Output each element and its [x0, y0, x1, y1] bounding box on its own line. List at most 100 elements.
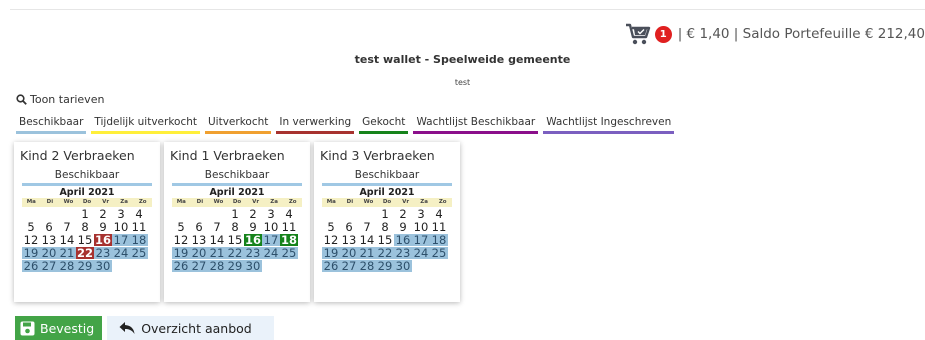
calendar-day: 1	[81, 207, 89, 221]
calendar-day: 9	[99, 220, 107, 234]
calendar-status: Beschikbaar	[322, 169, 452, 186]
calendar-day-available[interactable]: 25	[430, 247, 448, 259]
calendar-day-available[interactable]: 27	[40, 260, 58, 272]
calendar-day-available[interactable]: 29	[376, 260, 394, 272]
calendar-day-available[interactable]: 28	[208, 260, 226, 272]
weekday-label: Do	[82, 199, 92, 205]
calendar-day-available[interactable]: 30	[394, 260, 412, 272]
calendar-day: 13	[41, 233, 57, 247]
calendar-day-available[interactable]: 23	[94, 247, 112, 259]
weekday-label: Vr	[252, 199, 260, 205]
calendar-day-available[interactable]: 24	[412, 247, 430, 259]
weekday-label: Wo	[363, 199, 374, 205]
calendar-empty-cell	[112, 260, 130, 272]
calendar-day-available[interactable]: 20	[340, 247, 358, 259]
calendar-day: 15	[377, 233, 393, 247]
calendar-day: 13	[341, 233, 357, 247]
calendar-day: 8	[381, 220, 389, 234]
calendar-day-available[interactable]: 21	[208, 247, 226, 259]
calendar-day-available[interactable]: 20	[40, 247, 58, 259]
calendar-day-bought: 18	[280, 233, 298, 247]
calendar-day: 7	[363, 220, 371, 234]
weekday-label: Vr	[102, 199, 110, 205]
calendar-day: 11	[431, 220, 447, 234]
weekday-label: Do	[232, 199, 242, 205]
calendar-day-available[interactable]: 17	[262, 234, 280, 246]
calendar-empty-cell	[58, 208, 76, 220]
calendar-cards: Kind 2 Verbraeken Beschikbaar April 2021 Ma…	[14, 142, 464, 302]
confirm-button[interactable]: Bevestig	[15, 316, 103, 340]
calendar-day-available[interactable]: 18	[430, 234, 448, 246]
calendar-day-available[interactable]: 23	[394, 247, 412, 259]
weekday-label: Za	[420, 199, 428, 205]
calendar-day-available[interactable]: 21	[58, 247, 76, 259]
calendar-day-available[interactable]: 20	[190, 247, 208, 259]
calendar-day: 4	[285, 207, 293, 221]
legend-item: Wachtlijst Ingeschreven	[543, 116, 675, 134]
calendar-day-available[interactable]: 30	[244, 260, 262, 272]
mini-calendar: Beschikbaar April 2021 Ma Di Wo Do Vr Za Zo 1 2 3 4 5…	[172, 169, 302, 272]
calendar-day-available[interactable]: 29	[76, 260, 94, 272]
calendar-day-available[interactable]: 23	[244, 247, 262, 259]
calendar-day-available[interactable]: 29	[226, 260, 244, 272]
child-calendar-card: Kind 3 Verbraeken Beschikbaar April 2021 Ma…	[314, 142, 460, 302]
calendar-day-available[interactable]: 19	[22, 247, 40, 259]
calendar-day-available[interactable]: 17	[412, 234, 430, 246]
cart-balance-text: | € 1,40 | Saldo Portefeuille € 212,40	[677, 26, 925, 42]
calendar-day-available[interactable]: 24	[112, 247, 130, 259]
calendar-day-available[interactable]: 16	[394, 234, 412, 246]
show-rates-link[interactable]: Toon tarieven	[16, 93, 104, 106]
calendar-day: 15	[227, 233, 243, 247]
calendar-day: 7	[63, 220, 71, 234]
calendar-day: 3	[267, 207, 275, 221]
calendar-day-available[interactable]: 26	[22, 260, 40, 272]
calendar-day-available[interactable]: 22	[376, 247, 394, 259]
calendar-empty-cell	[340, 208, 358, 220]
calendar-day-available[interactable]: 24	[262, 247, 280, 259]
calendar-days: 1 2 3 4 5 6 7 8 9 10 11 12 13 14 15 16 17 18 19 20 21 22 23 24 2…	[172, 208, 302, 272]
shopping-cart-icon[interactable]	[625, 22, 651, 46]
calendar-day-available[interactable]: 17	[112, 234, 130, 246]
calendar-days: 1 2 3 4 5 6 7 8 9 10 11 12 13 14 15 16 17 18 19 20 21 22 23 24 2…	[322, 208, 452, 272]
calendar-day-available[interactable]: 19	[322, 247, 340, 259]
weekday-label: Zo	[438, 199, 447, 205]
calendar-empty-cell	[208, 208, 226, 220]
calendar-day-available[interactable]: 28	[358, 260, 376, 272]
weekday-label: Di	[196, 199, 204, 205]
child-name[interactable]: Kind 3 Verbraeken	[320, 148, 454, 163]
calendar-day-available[interactable]: 19	[172, 247, 190, 259]
weekday-label: Ma	[26, 199, 36, 205]
calendar-day: 1	[381, 207, 389, 221]
calendar-day-available[interactable]: 18	[130, 234, 148, 246]
show-rates-label: Toon tarieven	[30, 93, 105, 106]
calendar-day-available[interactable]: 21	[358, 247, 376, 259]
calendar-day-available[interactable]: 25	[130, 247, 148, 259]
calendar-day: 10	[113, 220, 129, 234]
action-bar: Bevestig Overzicht aanbod	[15, 316, 274, 340]
calendar-empty-cell	[412, 260, 430, 272]
calendar-day-available[interactable]: 26	[322, 260, 340, 272]
calendar-day: 14	[359, 233, 375, 247]
child-name[interactable]: Kind 2 Verbraeken	[20, 148, 154, 163]
calendar-day: 6	[345, 220, 353, 234]
child-name[interactable]: Kind 1 Verbraeken	[170, 148, 304, 163]
calendar-day: 8	[231, 220, 239, 234]
overview-button[interactable]: Overzicht aanbod	[107, 316, 274, 340]
calendar-day-available[interactable]: 25	[280, 247, 298, 259]
weekday-label: Vr	[402, 199, 410, 205]
top-divider	[10, 9, 925, 10]
legend-item: Uitverkocht	[205, 116, 272, 134]
calendar-day-available[interactable]: 28	[58, 260, 76, 272]
calendar-day: 6	[195, 220, 203, 234]
calendar-day-available[interactable]: 27	[340, 260, 358, 272]
calendar-day: 15	[77, 233, 93, 247]
calendar-day: 12	[173, 233, 189, 247]
calendar-day: 12	[323, 233, 339, 247]
calendar-day-available[interactable]: 30	[94, 260, 112, 272]
calendar-day-available[interactable]: 27	[190, 260, 208, 272]
weekday-header: Ma Di Wo Do Vr Za Zo	[22, 198, 152, 207]
weekday-label: Ma	[176, 199, 186, 205]
calendar-day-available[interactable]: 22	[226, 247, 244, 259]
calendar-day-available[interactable]: 26	[172, 260, 190, 272]
calendar-day: 12	[23, 233, 39, 247]
